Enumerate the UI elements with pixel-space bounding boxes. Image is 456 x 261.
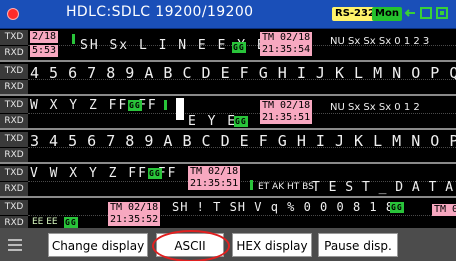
- txd-label: TXD: [0, 166, 28, 181]
- pause-display-button[interactable]: Pause disp.: [318, 233, 398, 257]
- mode-badge: Mon: [372, 7, 402, 21]
- timestamp: TM 02/18: [260, 100, 313, 112]
- window-icon: [436, 7, 448, 19]
- frame-mark: GG: [64, 217, 78, 228]
- timestamp: 2/18: [30, 31, 59, 43]
- data-text: SH ! T SH V q % 0 0 0 8 1 8: [172, 200, 395, 214]
- data-text: E Y E: [188, 114, 238, 129]
- row-divider: [28, 215, 456, 216]
- txd-label: TXD: [0, 30, 28, 45]
- frame-mark: GG: [148, 168, 162, 179]
- group-divider: [0, 94, 456, 96]
- rxd-label: RXD: [0, 80, 28, 95]
- rxd-label: RXD: [0, 182, 28, 197]
- cursor-icon: [176, 98, 184, 120]
- control-text: ET AK HT BS: [258, 182, 314, 192]
- frame-mark: GG: [232, 42, 246, 53]
- rxd-label: RXD: [0, 114, 28, 129]
- frame-mark: GG: [234, 116, 248, 127]
- frame-mark: GG: [390, 202, 404, 213]
- title-bar: HDLC:SDLC 19200/19200 RS-232C Mon: [0, 0, 456, 29]
- arrow-icon: [404, 7, 416, 19]
- timestamp: TM 0: [432, 204, 456, 216]
- window-title: HDLC:SDLC 19200/19200: [66, 4, 254, 20]
- timestamp: 21:35:51: [188, 178, 241, 190]
- data-text: T E S T _ D A T A: [312, 180, 454, 195]
- frame-flag: [250, 180, 253, 190]
- data-area: TXD RXD 2/18 5:53 SH Sx L I N E E Y E GG…: [0, 28, 456, 231]
- row-divider: [28, 113, 456, 114]
- timestamp: 21:35:52: [108, 214, 161, 226]
- txd-label: TXD: [0, 98, 28, 113]
- group-divider: [0, 128, 456, 130]
- timestamp: 5:53: [30, 45, 59, 57]
- monitor-screen: HDLC:SDLC 19200/19200 RS-232C Mon TXD RX…: [0, 0, 456, 261]
- group-divider: [0, 162, 456, 164]
- frame-flag: [72, 34, 75, 44]
- group-divider: [0, 196, 456, 198]
- group-divider: [0, 60, 456, 62]
- timestamp: 21:35:51: [260, 112, 313, 124]
- control-text: NU Sx Sx Sx 0 1 2 3: [330, 36, 430, 47]
- control-text: NU Sx Sx Sx 0 1 2: [330, 102, 420, 113]
- txd-label: TXD: [0, 64, 28, 79]
- change-display-button[interactable]: Change display: [48, 233, 148, 257]
- rxd-label: RXD: [0, 148, 28, 163]
- timestamp: 21:35:54: [260, 44, 313, 56]
- record-dot-icon: [7, 8, 19, 20]
- frame-flag: [164, 100, 167, 110]
- data-text: 3 4 5 6 7 8 9 A B C D E F G H I J K L M …: [30, 132, 456, 150]
- highlight-circle: [152, 230, 230, 261]
- timestamp: TM 02/18: [108, 202, 161, 214]
- hex-display-button[interactable]: HEX display: [232, 233, 312, 257]
- control-text: EE EE: [32, 217, 58, 227]
- txd-label: TXD: [0, 132, 28, 147]
- data-text: 4 5 6 7 8 9 A B C D E F G H I J K L M N …: [30, 64, 456, 82]
- rxd-label: RXD: [0, 46, 28, 61]
- menu-icon[interactable]: [8, 239, 22, 251]
- frame-mark: GG: [128, 100, 142, 111]
- timestamp: TM 02/18: [188, 166, 241, 178]
- txd-label: TXD: [0, 200, 28, 215]
- frame-icon: [420, 7, 432, 19]
- timestamp: TM 02/18: [260, 32, 313, 44]
